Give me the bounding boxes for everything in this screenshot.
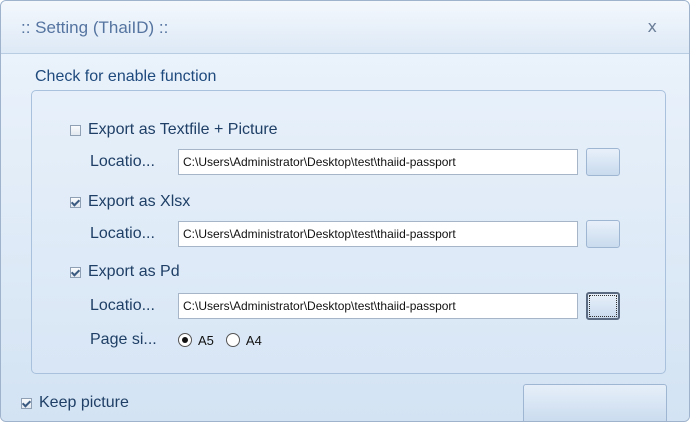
export-xlsx-browse-button[interactable] — [586, 220, 620, 248]
export-text-location-row: Locatio... — [90, 148, 620, 176]
export-pdf-location-input[interactable] — [178, 293, 578, 319]
export-text-row[interactable]: Export as Textfile + Picture — [70, 121, 278, 139]
dialog-body: Check for enable function Export as Text… — [1, 54, 689, 421]
export-text-location-input[interactable] — [178, 149, 578, 175]
export-xlsx-location-label: Locatio... — [90, 225, 155, 242]
page-size-a4-radio[interactable] — [225, 333, 240, 347]
export-xlsx-location-row: Locatio... — [90, 220, 620, 248]
keep-picture-label: Keep picture — [39, 394, 129, 411]
page-size-row: Page si... A5 A4 — [90, 331, 274, 349]
export-pdf-browse-button[interactable] — [586, 292, 620, 320]
export-pdf-location-row: Locatio... — [90, 292, 620, 320]
export-text-browse-button[interactable] — [586, 148, 620, 176]
export-xlsx-checkbox[interactable] — [70, 196, 81, 208]
function-group: Export as Textfile + Picture Locatio... … — [31, 90, 666, 374]
export-text-location-label: Locatio... — [90, 153, 155, 170]
export-xlsx-location-input[interactable] — [178, 221, 578, 247]
export-pdf-row[interactable]: Export as Pd — [70, 263, 180, 281]
export-pdf-checkbox[interactable] — [70, 266, 81, 278]
page-size-a5-label: A5 — [198, 332, 214, 348]
page-size-a4-label: A4 — [245, 332, 262, 348]
keep-picture-checkbox[interactable] — [21, 397, 32, 409]
title-bar: :: Setting (ThaiID) :: x — [1, 1, 689, 54]
page-size-a5-radio[interactable] — [178, 333, 192, 347]
export-text-checkbox[interactable] — [70, 124, 81, 136]
export-text-label: Export as Textfile + Picture — [88, 121, 278, 138]
ok-button[interactable] — [523, 384, 667, 421]
group-label: Check for enable function — [35, 68, 217, 85]
export-pdf-label: Export as Pd — [88, 263, 180, 280]
export-xlsx-label: Export as Xlsx — [88, 193, 191, 210]
page-size-label: Page si... — [90, 331, 157, 348]
export-xlsx-row[interactable]: Export as Xlsx — [70, 193, 190, 211]
keep-picture-row[interactable]: Keep picture — [21, 394, 129, 412]
settings-dialog: :: Setting (ThaiID) :: x Check for enabl… — [0, 0, 690, 422]
close-icon[interactable]: x — [648, 17, 657, 36]
export-pdf-location-label: Locatio... — [90, 297, 155, 314]
dialog-title: :: Setting (ThaiID) :: — [21, 18, 169, 37]
